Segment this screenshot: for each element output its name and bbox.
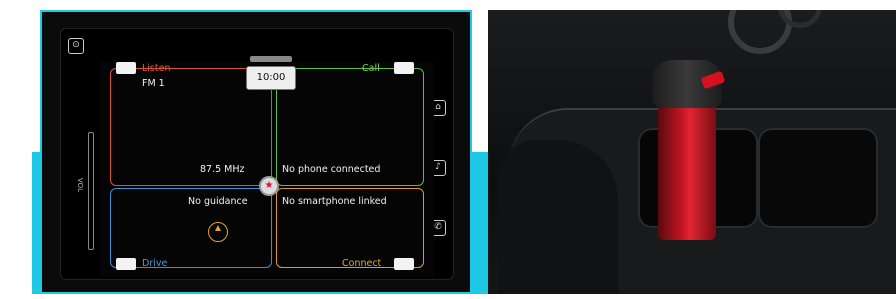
accent-strip-middle	[472, 152, 488, 294]
radio-icon	[116, 62, 136, 74]
settings-icon[interactable]: ⊙	[68, 38, 84, 54]
connect-zone-icon	[394, 258, 414, 270]
station-name: FM 1	[142, 78, 165, 89]
star-icon[interactable]: ★	[259, 176, 279, 196]
cup-holder-rear	[758, 128, 878, 228]
infotainment-photo: ⊙ VOL ⌂ ♪ ✆ 10:00 Listen FM 1 87.5 MHz C…	[40, 10, 472, 294]
listen-label: Listen	[142, 63, 171, 74]
clock: 10:00	[246, 66, 296, 90]
navigation-icon	[116, 258, 136, 270]
drive-label: Drive	[142, 258, 168, 269]
head-unit-bezel: ⊙ VOL ⌂ ♪ ✆ 10:00 Listen FM 1 87.5 MHz C…	[60, 28, 454, 280]
connect-label: Connect	[342, 258, 382, 269]
drive-status: No guidance	[188, 196, 248, 207]
gear-shift-boot	[498, 140, 618, 294]
call-status: No phone connected	[282, 164, 381, 175]
travel-mug	[658, 100, 716, 240]
volume-slider[interactable]	[88, 132, 94, 250]
call-label: Call	[362, 63, 380, 74]
volume-label: VOL	[76, 178, 84, 193]
infotainment-screen: 10:00 Listen FM 1 87.5 MHz Call No phone…	[100, 56, 434, 276]
top-handle	[250, 56, 292, 62]
compass-icon	[208, 222, 228, 242]
connect-status: No smartphone linked	[282, 196, 387, 207]
phone-zone-icon	[394, 62, 414, 74]
station-frequency: 87.5 MHz	[200, 164, 245, 175]
cup-holder-photo	[488, 10, 896, 294]
